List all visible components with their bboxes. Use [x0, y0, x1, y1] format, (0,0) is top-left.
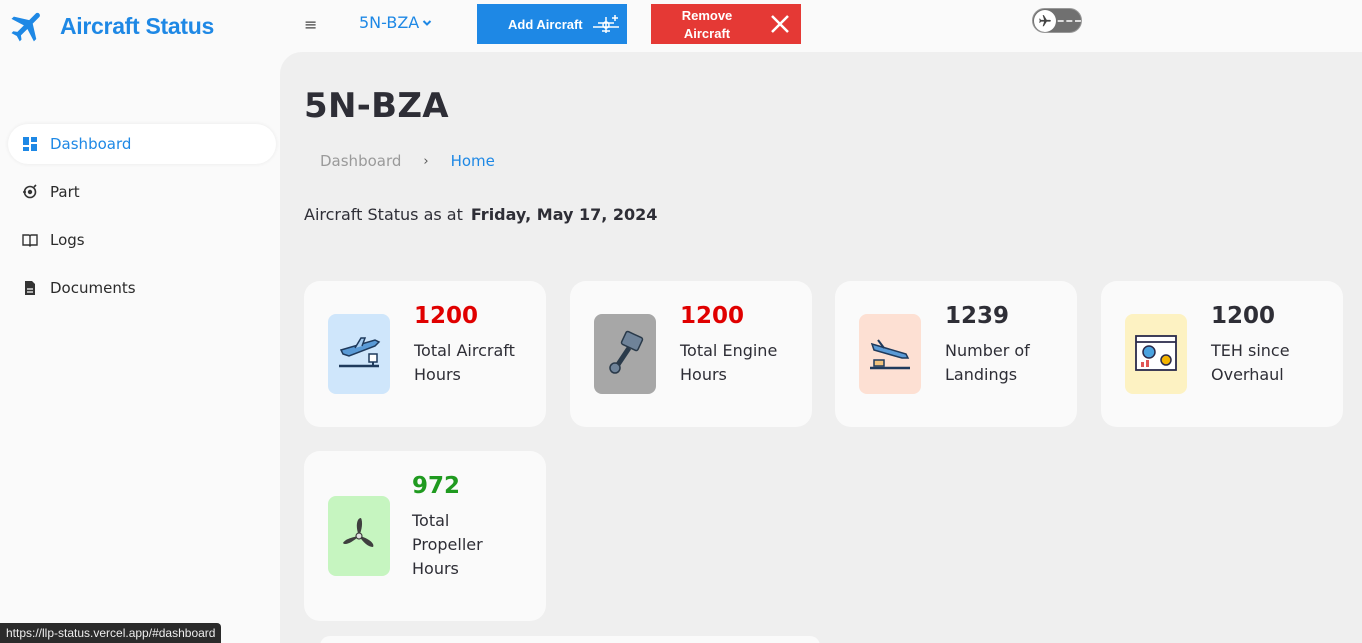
card-icon-box [594, 314, 656, 394]
add-aircraft-label: Add Aircraft [508, 16, 583, 32]
breadcrumb: Dashboard › Home [320, 152, 495, 170]
sidebar-item-label: Documents [50, 279, 136, 297]
card-label: Total Propeller Hours [412, 511, 483, 578]
status-date: Friday, May 17, 2024 [470, 205, 658, 224]
stat-card-aircraft-hours: 1200 Total Aircraft Hours [304, 281, 546, 427]
sidebar-item-label: Part [50, 183, 80, 201]
card-label: Total Engine Hours [680, 341, 778, 384]
remove-aircraft-button[interactable]: Remove Aircraft [651, 4, 801, 44]
card-icon-box [1125, 314, 1187, 394]
landing-icon [870, 339, 910, 370]
sidebar-item-dashboard[interactable]: Dashboard [8, 124, 276, 164]
dashboard-report-icon [1135, 335, 1177, 371]
sidebar-item-label: Logs [50, 231, 85, 249]
takeoff-icon [339, 337, 381, 368]
breadcrumb-home[interactable]: Home [451, 152, 495, 170]
card-icon-box [328, 496, 390, 576]
card-partial [320, 636, 820, 643]
close-icon [771, 15, 789, 33]
plane-add-icon [593, 15, 619, 33]
propeller-icon [343, 518, 374, 547]
hamburger-menu-icon[interactable]: ≡ [304, 14, 320, 36]
brand[interactable]: Aircraft Status [8, 6, 214, 46]
main-content: 5N-BZA Dashboard › Home Aircraft Status … [280, 52, 1362, 643]
page-title: 5N-BZA [304, 86, 449, 126]
airplane-icon [11, 12, 40, 42]
sidebar: Dashboard Part Logs Documents [0, 52, 280, 643]
remove-aircraft-label: Remove Aircraft [681, 8, 733, 41]
browser-status-bar: https://llp-status.vercel.app/#dashboard [0, 623, 222, 643]
sidebar-item-part[interactable]: Part [8, 172, 276, 212]
card-value: 972 [412, 473, 461, 499]
card-label: TEH since Overhaul [1211, 341, 1290, 384]
status-prefix: Aircraft Status as at [304, 205, 463, 224]
part-icon [23, 184, 37, 199]
chevron-down-icon [423, 19, 432, 26]
add-aircraft-button[interactable]: Add Aircraft [477, 4, 627, 44]
aircraft-select[interactable]: 5N-BZA [359, 13, 432, 32]
status-line: Aircraft Status as at Friday, May 17, 20… [304, 205, 657, 224]
card-label: Total Aircraft Hours [414, 341, 515, 384]
sidebar-item-documents[interactable]: Documents [8, 268, 276, 308]
sidebar-item-label: Dashboard [50, 135, 132, 153]
stat-card-propeller-hours: 972 Total Propeller Hours [304, 451, 546, 621]
card-value: 1200 [680, 303, 745, 329]
card-label: Number of Landings [945, 341, 1030, 384]
toggle-knob [1034, 10, 1056, 32]
engine-piston-icon [609, 330, 644, 374]
breadcrumb-dashboard[interactable]: Dashboard [320, 152, 401, 170]
aircraft-select-value: 5N-BZA [359, 13, 420, 32]
book-icon [22, 234, 38, 247]
app-title: Aircraft Status [60, 12, 214, 39]
card-value: 1200 [1211, 303, 1276, 329]
plane-toggle-icon [1039, 15, 1051, 27]
theme-toggle[interactable] [1032, 8, 1082, 33]
card-value: 1200 [414, 303, 479, 329]
document-icon [25, 281, 35, 295]
dashboard-grid-icon [23, 137, 37, 151]
top-bar: Aircraft Status ≡ 5N-BZA Add Aircraft Re… [0, 0, 1362, 52]
card-icon-box [328, 314, 390, 394]
card-icon-box [859, 314, 921, 394]
sidebar-item-logs[interactable]: Logs [8, 220, 276, 260]
card-value: 1239 [945, 303, 1010, 329]
stat-card-teh-overhaul: 1200 TEH since Overhaul [1101, 281, 1343, 427]
breadcrumb-separator: › [423, 153, 429, 169]
stat-card-engine-hours: 1200 Total Engine Hours [570, 281, 812, 427]
stat-card-landings: 1239 Number of Landings [835, 281, 1077, 427]
